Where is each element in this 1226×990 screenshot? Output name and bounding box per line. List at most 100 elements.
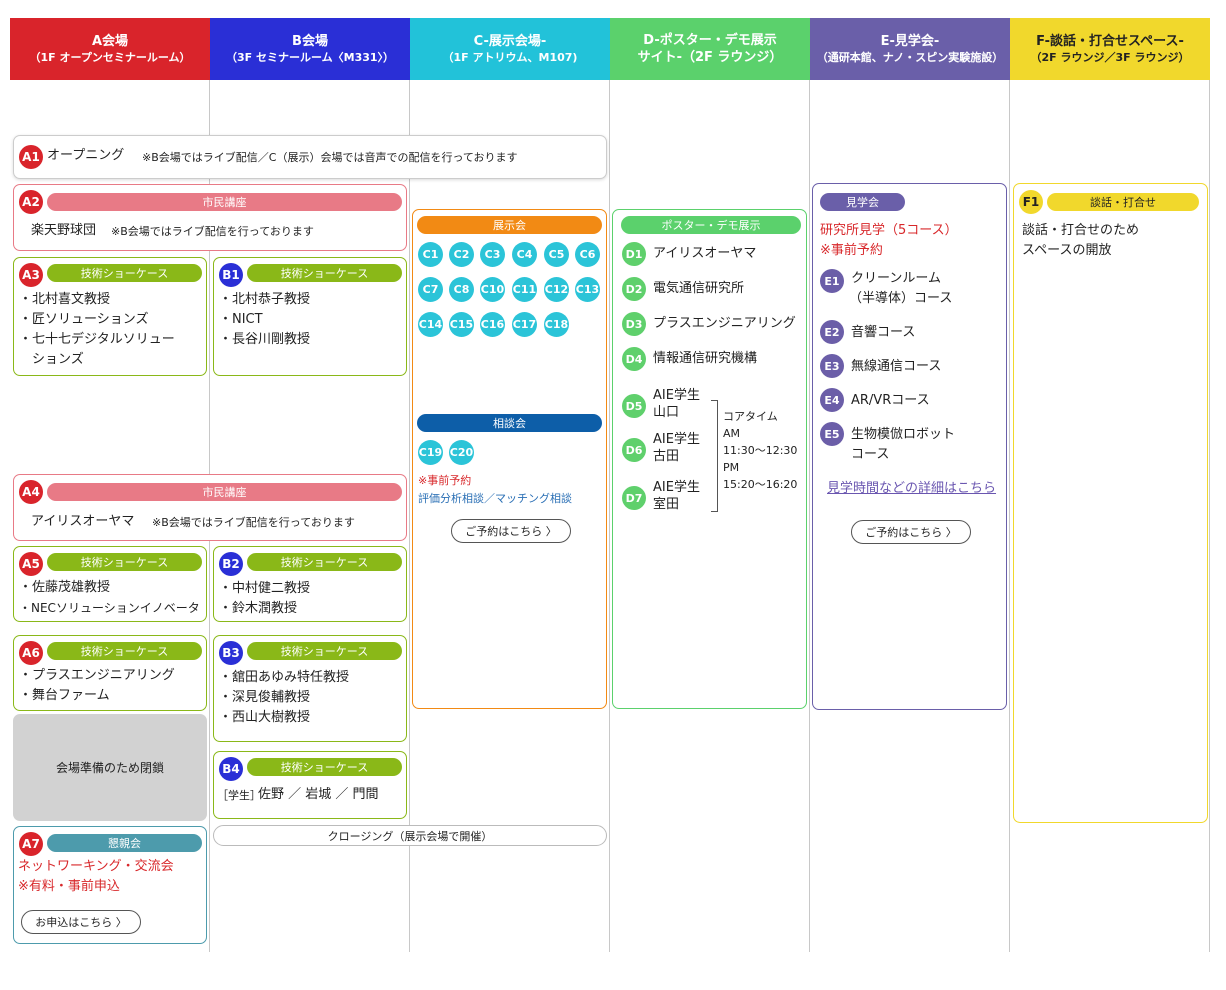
- session-note: ※B会場ではライブ配信を行っております: [111, 225, 314, 238]
- course-badge: E4: [820, 388, 844, 412]
- exhibit-badge[interactable]: C5: [544, 242, 569, 267]
- exhibit-badge[interactable]: C15: [449, 312, 474, 337]
- expo-pill: 展示会: [417, 216, 602, 234]
- session-b3-showcase[interactable]: B3 技術ショーケース ・舘田あゆみ特任教授 ・深見俊輔教授 ・西山大樹教授: [213, 635, 407, 742]
- closing-text: クロージング（展示会場で開催）: [327, 829, 493, 843]
- poster-badge: D6: [622, 438, 646, 462]
- poster-badge: D7: [622, 486, 646, 510]
- session-note: ※B会場ではライブ配信を行っております: [152, 516, 355, 529]
- core-time-pm: PM: [723, 461, 740, 474]
- core-time-label: コアタイム: [723, 410, 778, 423]
- poster-panel: ポスター・デモ展示 D1 アイリスオーヤマ D2 電気通信研究所 D3 プラスエ…: [612, 209, 807, 709]
- lounge-text-sub: スペースの開放: [1022, 243, 1112, 258]
- poster-name[interactable]: 情報通信研究機構: [653, 349, 757, 369]
- core-time-am: AM: [723, 427, 741, 440]
- session-closing[interactable]: クロージング（展示会場で開催）: [213, 825, 607, 846]
- speaker-item: ・北村恭子教授: [219, 292, 311, 307]
- exhibit-badge[interactable]: C10: [480, 277, 505, 302]
- session-badge: A7: [19, 832, 43, 856]
- consult-badge[interactable]: C19: [418, 440, 443, 465]
- header-venue-f: F-談話・打合せスペース- （2F ラウンジ／3F ラウンジ）: [1010, 18, 1210, 80]
- category-pill: 技術ショーケース: [247, 758, 402, 776]
- speaker-item: ・深見俊輔教授: [219, 690, 311, 705]
- poster-name[interactable]: 電気通信研究所: [653, 279, 744, 299]
- exhibit-badge[interactable]: C1: [418, 242, 443, 267]
- course-name[interactable]: 音響コース: [851, 323, 915, 343]
- speaker-item: ・長谷川剛教授: [219, 332, 311, 347]
- column-divider: [809, 80, 810, 952]
- header-title: B会場: [292, 34, 328, 49]
- lounge-panel: F1 談話・打合せ 談話・打合せのため スペースの開放: [1013, 183, 1208, 823]
- consult-reserve-button[interactable]: ご予約はこちら 〉: [451, 519, 571, 543]
- exhibit-badge[interactable]: C18: [544, 312, 569, 337]
- exhibit-badge[interactable]: C6: [575, 242, 600, 267]
- course-name-sub: （半導体）コース: [849, 291, 953, 306]
- speaker-item: ・NICT: [219, 312, 263, 327]
- category-pill: 技術ショーケース: [247, 264, 402, 282]
- exhibit-badge[interactable]: C2: [449, 242, 474, 267]
- category-pill: 技術ショーケース: [47, 264, 202, 282]
- session-b2-showcase[interactable]: B2 技術ショーケース ・中村健二教授 ・鈴木潤教授: [213, 546, 407, 622]
- session-a1-opening[interactable]: A1 オープニング ※B会場ではライブ配信／C（展示）会場では音声での配信を行っ…: [13, 135, 607, 179]
- exhibit-badge[interactable]: C12: [544, 277, 569, 302]
- course-name[interactable]: クリーンルーム: [851, 269, 941, 289]
- course-name[interactable]: 生物模倣ロボット: [851, 425, 955, 445]
- consult-badge[interactable]: C20: [449, 440, 474, 465]
- consult-note: ※事前予約: [418, 474, 472, 487]
- session-b4-showcase[interactable]: B4 技術ショーケース ［学生］ 佐野 ／ 岩城 ／ 門間: [213, 751, 407, 819]
- session-a2-public-lecture[interactable]: A2 市民講座 楽天野球団 ※B会場ではライブ配信を行っております: [13, 184, 407, 251]
- tour-details-link[interactable]: 見学時間などの詳細はこちら: [827, 479, 996, 499]
- course-badge: E1: [820, 269, 844, 293]
- session-badge: B2: [219, 552, 243, 576]
- session-badge: A4: [19, 480, 43, 504]
- student-label: AIE学生: [653, 432, 700, 447]
- consult-pill: 相談会: [417, 414, 602, 432]
- exhibit-badge[interactable]: C4: [512, 242, 537, 267]
- session-a5-showcase[interactable]: A5 技術ショーケース ・佐藤茂雄教授 ・NECソリューションイノベータ: [13, 546, 207, 622]
- exhibit-badge[interactable]: C16: [480, 312, 505, 337]
- core-time-pm-range: 15:20〜16:20: [723, 478, 798, 491]
- exhibit-badge[interactable]: C11: [512, 277, 537, 302]
- course-badge: E3: [820, 354, 844, 378]
- header-venue-b: B会場 （3F セミナールーム〈M331〉）: [210, 18, 410, 80]
- session-a6-showcase[interactable]: A6 技術ショーケース ・プラスエンジニアリング ・舞台ファーム: [13, 635, 207, 711]
- poster-name[interactable]: プラスエンジニアリング: [653, 314, 796, 334]
- lounge-pill: 談話・打合せ: [1047, 193, 1199, 211]
- consult-detail: 評価分析相談／マッチング相談: [418, 492, 572, 505]
- category-pill: 市民講座: [47, 483, 402, 501]
- header-title: F-談話・打合せスペース-: [1036, 34, 1184, 49]
- exhibit-badge[interactable]: C3: [480, 242, 505, 267]
- session-a7-reception[interactable]: A7 懇親会 ネットワーキング・交流会 ※有料・事前申込 お申込はこちら 〉: [13, 826, 207, 944]
- core-time-bracket: [711, 400, 718, 512]
- header-subtitle: （通研本館、ナノ・スピン実験施設）: [816, 51, 1004, 64]
- session-note: ※B会場ではライブ配信／C（展示）会場では音声での配信を行っております: [142, 151, 518, 164]
- poster-badge: D4: [622, 347, 646, 371]
- course-name[interactable]: 無線通信コース: [851, 357, 941, 377]
- exhibit-badge[interactable]: C13: [575, 277, 600, 302]
- course-name[interactable]: AR/VRコース: [851, 391, 930, 411]
- tour-reserve-button[interactable]: ご予約はこちら 〉: [851, 520, 971, 544]
- closed-block: 会場準備のため閉鎖: [13, 714, 207, 821]
- core-time-block: コアタイム AM 11:30〜12:30 PM 15:20〜16:20: [723, 408, 797, 493]
- header-subtitle: （1F オープンセミナールーム）: [29, 51, 191, 64]
- speaker-list: ・佐藤茂雄教授 ・NECソリューションイノベータ: [19, 578, 200, 618]
- speaker-item: ・北村喜文教授: [19, 292, 111, 307]
- closed-text: 会場準備のため閉鎖: [55, 761, 164, 775]
- exhibit-badge[interactable]: C8: [449, 277, 474, 302]
- category-pill: 技術ショーケース: [47, 553, 202, 571]
- poster-name[interactable]: アイリスオーヤマ: [653, 244, 756, 264]
- exhibit-badge[interactable]: C17: [512, 312, 537, 337]
- column-divider: [409, 80, 410, 952]
- apply-button[interactable]: お申込はこちら 〉: [21, 910, 141, 934]
- speaker-item: ・七十七デジタルソリュー: [19, 332, 175, 347]
- poster-badge: D1: [622, 242, 646, 266]
- exhibit-badge[interactable]: C7: [418, 277, 443, 302]
- session-a4-public-lecture[interactable]: A4 市民講座 アイリスオーヤマ ※B会場ではライブ配信を行っております: [13, 474, 407, 541]
- column-divider: [609, 80, 610, 952]
- session-b1-showcase[interactable]: B1 技術ショーケース ・北村恭子教授 ・NICT ・長谷川剛教授: [213, 257, 407, 376]
- tour-pill: 見学会: [820, 193, 905, 211]
- student-name: 古田: [653, 449, 680, 464]
- exhibit-badge[interactable]: C14: [418, 312, 443, 337]
- session-a3-showcase[interactable]: A3 技術ショーケース ・北村喜文教授 ・匠ソリューションズ ・七十七デジタルソ…: [13, 257, 207, 376]
- session-title: オープニング: [47, 148, 125, 163]
